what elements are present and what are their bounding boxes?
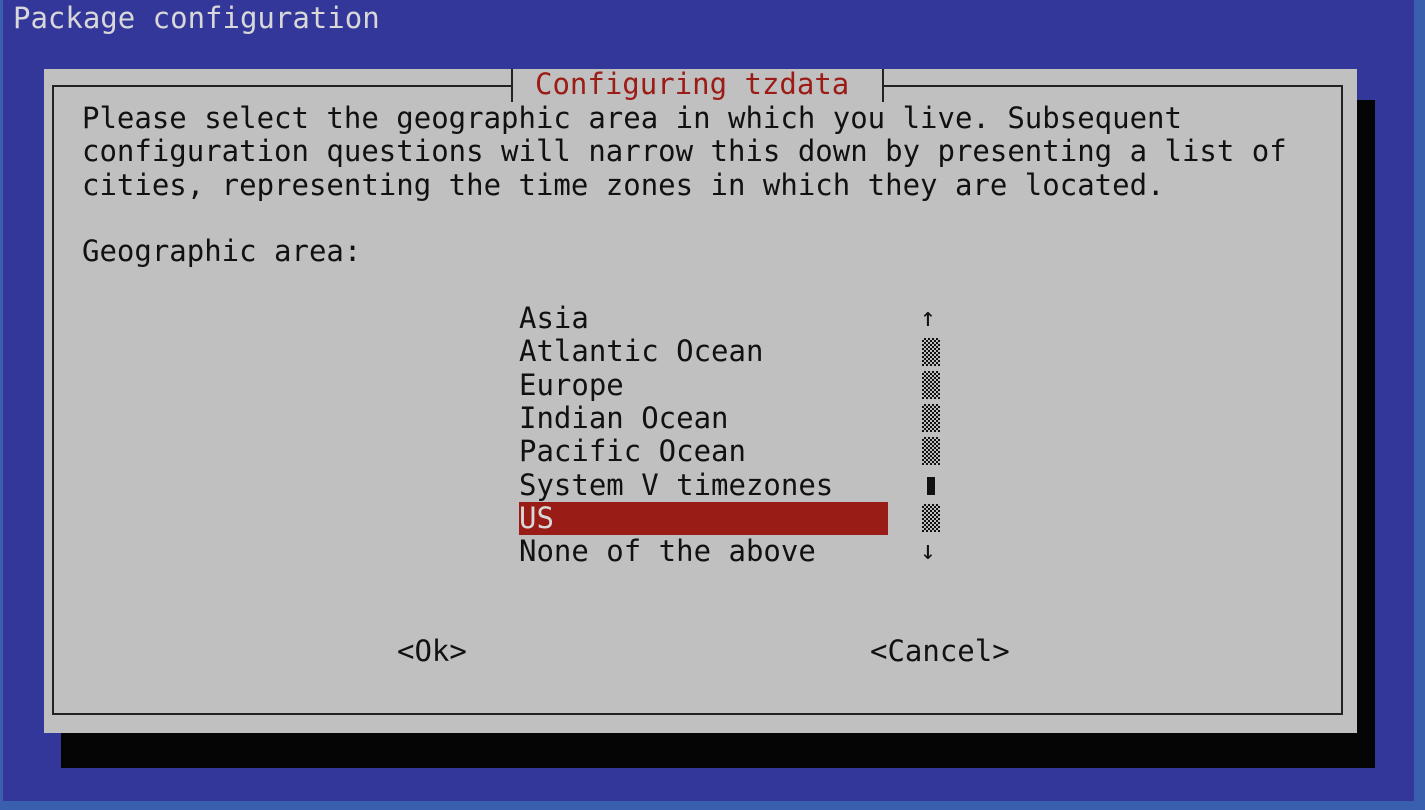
description-line: configuration questions will narrow this… [82, 134, 1287, 168]
list-item-none[interactable]: None of the above [519, 535, 816, 568]
list-item-us-selected[interactable]: US [519, 502, 888, 535]
prompt-label: Geographic area: [82, 234, 362, 268]
window-title: Package configuration [13, 1, 380, 35]
list-item-label: US [519, 501, 554, 535]
dialog-title: Configuring tzdata [535, 67, 850, 101]
list-item-system-v[interactable]: System V timezones [519, 469, 833, 502]
description-line: Please select the geographic area in whi… [82, 101, 1182, 135]
list-item-pacific-ocean[interactable]: Pacific Ocean [519, 435, 746, 468]
tzdata-dialog: Configuring tzdata Please select the geo… [44, 67, 1357, 733]
scrollbar-track[interactable] [922, 504, 940, 532]
scrollbar-track[interactable] [922, 371, 940, 399]
scroll-up-arrow-icon[interactable]: ↑ [920, 302, 936, 335]
list-item-atlantic-ocean[interactable]: Atlantic Ocean [519, 335, 763, 368]
list-item-asia[interactable]: Asia [519, 302, 589, 335]
list-item-europe[interactable]: Europe [519, 369, 624, 402]
scroll-down-arrow-icon[interactable]: ↓ [920, 535, 936, 568]
scrollbar-track[interactable] [922, 437, 940, 465]
scrollbar-thumb[interactable] [927, 477, 935, 495]
ok-button[interactable]: <Ok> [397, 635, 467, 668]
description-line: cities, representing the time zones in w… [82, 168, 1165, 202]
dialog-title-box: Configuring tzdata [511, 67, 884, 102]
list-item-indian-ocean[interactable]: Indian Ocean [519, 402, 729, 435]
cancel-button[interactable]: <Cancel> [870, 635, 1010, 668]
scrollbar-track[interactable] [922, 338, 940, 366]
scrollbar-track[interactable] [922, 404, 940, 432]
